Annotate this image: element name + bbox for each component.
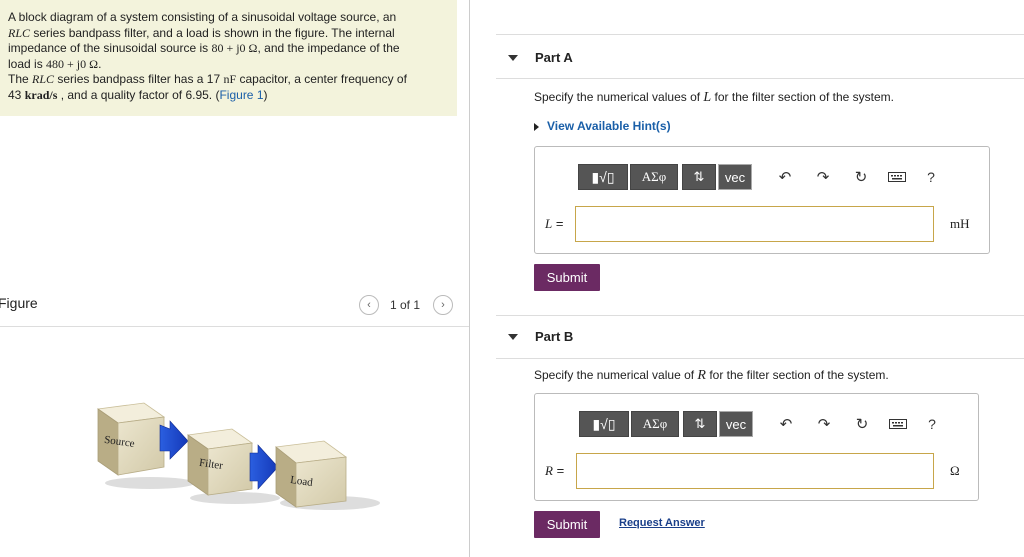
filter-block: Filter [186, 428, 254, 496]
part-b-prompt: Specify the numerical value of R for the… [534, 368, 889, 383]
reset-icon[interactable]: ↻ [846, 164, 876, 190]
figure-link[interactable]: Figure 1 [219, 88, 263, 102]
collapse-caret-icon[interactable] [508, 334, 518, 340]
request-answer-link[interactable]: Request Answer [619, 517, 705, 529]
problem-line-3: impedance of the sinusoidal source is 80… [8, 41, 400, 55]
undo-icon[interactable]: ↶ [770, 164, 800, 190]
templates-button[interactable]: ▮√▯ [578, 164, 628, 190]
part-a-math-toolbar: ▮√▯ ΑΣφ ⇅ vec ↶ ↷ ↻ ? [578, 164, 946, 190]
keyboard-icon[interactable] [882, 164, 912, 190]
part-a-variable-label: L = [545, 216, 564, 231]
problem-line-2: RLC series bandpass filter, and a load i… [8, 25, 395, 40]
figure-counter: 1 of 1 [390, 298, 421, 312]
part-a-bottom-rule [496, 78, 1024, 79]
part-a-submit-button[interactable]: Submit [534, 264, 600, 291]
problem-statement: A block diagram of a system consisting o… [0, 0, 457, 116]
arrows-button[interactable]: ⇅ [682, 164, 716, 190]
block-diagram: Source Filter Load [96, 402, 380, 510]
view-hints-toggle[interactable]: View Available Hint(s) [534, 119, 671, 133]
load-block: Load [275, 440, 348, 508]
part-a-header[interactable] [494, 36, 1024, 78]
next-figure-button[interactable]: › [433, 295, 453, 315]
part-b-math-toolbar: ▮√▯ ΑΣφ ⇅ vec ↶ ↷ ↻ ? [579, 411, 947, 437]
templates-button[interactable]: ▮√▯ [579, 411, 629, 437]
part-b-unit: Ω [950, 463, 960, 478]
part-a-prompt: Specify the numerical values of L for th… [534, 90, 894, 105]
figure-rule [0, 326, 469, 327]
keyboard-icon[interactable] [883, 411, 913, 437]
arrow-icon [249, 444, 279, 490]
reset-icon[interactable]: ↻ [847, 411, 877, 437]
redo-icon[interactable]: ↷ [809, 411, 839, 437]
greek-symbols-button[interactable]: ΑΣφ [630, 164, 678, 190]
help-icon[interactable]: ? [917, 411, 947, 437]
previous-figure-button[interactable]: ‹ [359, 295, 379, 315]
part-b-header[interactable] [494, 317, 1024, 359]
source-block: Source [96, 402, 166, 476]
part-b-title: Part B [535, 329, 574, 344]
problem-line-1: A block diagram of a system consisting o… [8, 10, 397, 24]
part-b-top-rule [496, 315, 1024, 316]
part-a-answer-input[interactable] [575, 206, 934, 242]
part-a-unit: mH [950, 216, 970, 231]
part-b-variable-label: R = [545, 463, 565, 478]
part-a-top-rule [496, 34, 1024, 35]
part-a-title: Part A [535, 50, 573, 65]
vector-button[interactable]: vec [719, 411, 753, 437]
filter-shadow [190, 492, 280, 504]
chevron-left-icon: ‹ [367, 299, 371, 311]
undo-icon[interactable]: ↶ [771, 411, 801, 437]
problem-line-4: load is 480 + j0 Ω. [8, 56, 102, 71]
panel-divider [469, 0, 470, 557]
redo-icon[interactable]: ↷ [808, 164, 838, 190]
arrows-button[interactable]: ⇅ [683, 411, 717, 437]
collapse-caret-icon[interactable] [508, 55, 518, 61]
caret-right-icon [534, 122, 539, 131]
problem-line-5: The RLC series bandpass filter has a 17 … [8, 72, 407, 86]
problem-line-6: 43 krad/s , and a quality factor of 6.95… [8, 87, 268, 102]
chevron-right-icon: › [441, 299, 445, 311]
part-b-bottom-rule [496, 358, 1024, 359]
part-b-answer-input[interactable] [576, 453, 934, 489]
figure-heading: Figure [0, 295, 38, 311]
source-shadow [105, 477, 195, 489]
greek-symbols-button[interactable]: ΑΣφ [631, 411, 679, 437]
help-icon[interactable]: ? [916, 164, 946, 190]
part-b-submit-button[interactable]: Submit [534, 511, 600, 538]
vector-button[interactable]: vec [718, 164, 752, 190]
